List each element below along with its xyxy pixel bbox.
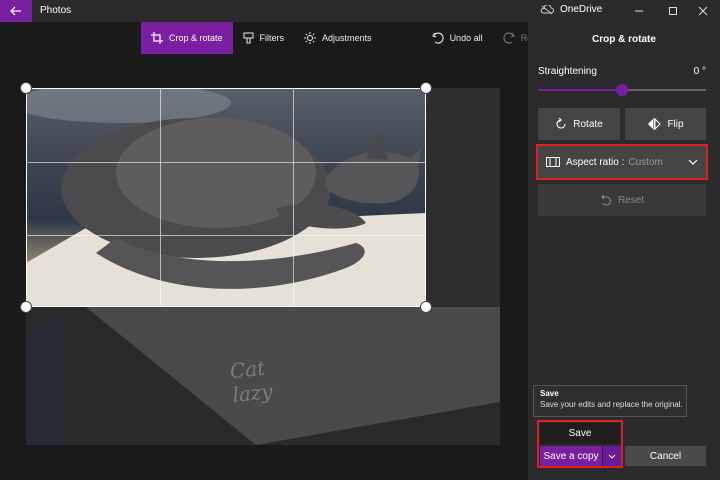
tooltip-title: Save (540, 389, 559, 398)
aspect-ratio-highlight (536, 144, 708, 180)
minimize-icon (635, 10, 643, 12)
photo-outside-crop-right (426, 88, 500, 307)
back-arrow-icon (10, 6, 21, 16)
straightening-label: Straightening (538, 66, 597, 77)
rotate-icon (556, 118, 566, 129)
flip-label: Flip (667, 118, 684, 130)
tab-filters[interactable]: Filters (233, 22, 295, 54)
edit-toolbar: Crop & rotate Filters Adjustments Undo a… (141, 22, 564, 54)
reset-label: Reset (617, 194, 645, 206)
tab-crop-rotate-label: Crop & rotate (169, 33, 223, 43)
tab-filters-label: Filters (259, 33, 285, 43)
cloud-offline-icon (540, 4, 554, 14)
filters-icon (243, 32, 254, 44)
tab-crop-rotate[interactable]: Crop & rotate (141, 22, 233, 54)
title-bar: Photos OneDrive (0, 0, 720, 22)
tab-adjustments-label: Adjustments (322, 33, 372, 43)
maximize-icon (669, 7, 677, 15)
crop-frame[interactable] (26, 88, 426, 307)
handwritten-note: Cat lazy (228, 355, 274, 408)
undo-icon (431, 32, 444, 44)
minimize-button[interactable] (622, 0, 656, 22)
straightening-slider[interactable] (538, 84, 706, 96)
crop-handle-bottom-left[interactable] (20, 301, 32, 313)
crop-grid-line (160, 89, 161, 306)
close-button[interactable] (686, 0, 720, 22)
rotate-button[interactable]: Rotate (538, 108, 620, 140)
redo-icon (503, 32, 515, 44)
undo-all-label: Undo all (449, 33, 483, 43)
sun-icon (304, 32, 317, 44)
app-title: Photos (40, 5, 72, 16)
photo-outside-crop-bottom: Cat lazy (26, 307, 500, 445)
back-button[interactable] (0, 0, 32, 22)
save-tooltip: Save Save your edits and replace the ori… (533, 385, 687, 417)
close-icon (698, 6, 708, 16)
rotate-label: Rotate (573, 118, 603, 130)
crop-icon (151, 32, 163, 44)
crop-grid-line (27, 162, 425, 163)
crop-handle-top-right[interactable] (420, 82, 432, 94)
save-highlight (537, 420, 623, 468)
reset-button[interactable]: Reset (538, 184, 706, 216)
slider-thumb[interactable] (616, 84, 628, 96)
crop-handle-bottom-right[interactable] (420, 301, 432, 313)
crop-handle-top-left[interactable] (20, 82, 32, 94)
slider-fill (538, 89, 622, 91)
crop-grid-line (27, 235, 425, 236)
reset-icon (601, 194, 611, 206)
undo-all-button[interactable]: Undo all (422, 22, 493, 54)
tab-adjustments[interactable]: Adjustments (294, 22, 382, 54)
tooltip-description: Save your edits and replace the original… (540, 400, 683, 409)
flip-icon (648, 118, 662, 130)
panel-title: Crop & rotate (592, 34, 656, 45)
crop-grid-line (293, 89, 294, 306)
maximize-button[interactable] (656, 0, 690, 22)
straightening-value: 0 ° (693, 66, 706, 77)
flip-button[interactable]: Flip (625, 108, 706, 140)
onedrive-label: OneDrive (560, 4, 603, 15)
onedrive-status[interactable]: OneDrive (540, 4, 602, 15)
cancel-button[interactable]: Cancel (625, 446, 706, 466)
